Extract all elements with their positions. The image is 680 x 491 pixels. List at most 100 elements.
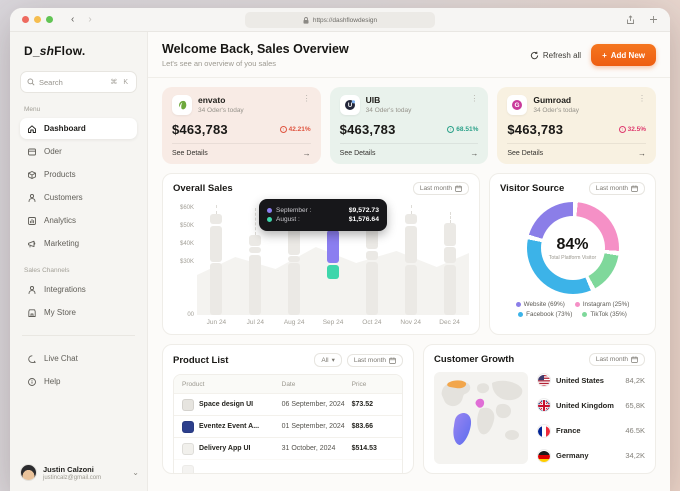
sidebar-item-customers[interactable]: Customers <box>20 187 137 208</box>
chart-column-nov-24[interactable] <box>391 203 430 315</box>
sidebar-item-live-chat[interactable]: Live Chat <box>20 348 137 369</box>
kebab-menu-icon[interactable]: ⋮ <box>303 95 311 103</box>
product-filter-dropdown[interactable]: All ▾ <box>314 353 342 367</box>
back-icon[interactable]: ‹ <box>71 14 74 25</box>
stat-card-uib[interactable]: U UIB 34 Oder's today ⋮ $463,783 ↑ 68.51% See D… <box>329 87 489 164</box>
overall-sales-period-button[interactable]: Last month <box>412 182 469 195</box>
legend-dot <box>518 312 524 317</box>
legend-item: Instagram (25%) <box>574 301 629 308</box>
legend-dot <box>574 302 580 307</box>
growth-period-button[interactable]: Last month <box>588 353 645 366</box>
table-row[interactable]: Space design UI 06 September, 2024 $73.52 <box>174 393 402 415</box>
sidebar-footer-list: Live Chat Help <box>20 348 137 392</box>
add-new-button[interactable]: + Add New <box>591 44 656 66</box>
see-details-link[interactable]: See Details → <box>507 143 647 158</box>
visitor-legend: Website (69%) Instagram (25%) Facebook (73… <box>500 301 645 318</box>
page-subtitle: Let's see an overview of you sales <box>162 59 276 68</box>
bar-segment <box>365 261 378 315</box>
sidebar-item-help[interactable]: Help <box>20 371 137 392</box>
column-header-date: Date <box>281 380 296 388</box>
product-thumbnail <box>182 442 194 455</box>
country-row-de[interactable]: Germany 34,2K <box>538 450 645 462</box>
product-period-button[interactable]: Last month <box>346 353 403 367</box>
chart-column-jun-24[interactable] <box>197 203 236 315</box>
bar-segment <box>249 235 262 246</box>
see-details-link[interactable]: See Details → <box>339 143 479 158</box>
country-row-uk[interactable]: United Kingdom 65,8K <box>538 399 645 412</box>
customer-growth-title: Customer Growth <box>434 354 515 365</box>
forward-icon[interactable]: › <box>88 14 91 25</box>
sidebar-item-label: Dashboard <box>44 124 86 133</box>
sidebar-item-label: Integrations <box>44 285 86 294</box>
sidebar-item-my-store[interactable]: My Store <box>20 302 137 323</box>
us-flag-icon <box>538 374 550 386</box>
bar-segment <box>443 265 456 315</box>
sidebar-item-label: Products <box>44 170 76 179</box>
tooltip-series-dot <box>267 208 272 213</box>
bar-segment <box>326 229 339 263</box>
stat-card-logo: U <box>339 95 360 115</box>
traffic-lights[interactable] <box>22 16 53 23</box>
sidebar-item-label: Oder <box>44 147 62 156</box>
legend-item: Website (69%) <box>515 301 565 308</box>
new-tab-icon[interactable] <box>649 15 658 24</box>
refresh-all-button[interactable]: Refresh all <box>530 51 581 60</box>
uk-flag-icon <box>538 399 550 412</box>
country-row-us[interactable]: United States 84,2K <box>538 374 645 386</box>
bar-segment <box>404 213 417 225</box>
stat-card-texts: envato 34 Oder's today <box>198 95 244 114</box>
legend-dot <box>582 312 588 317</box>
calendar-icon <box>631 356 638 363</box>
menu-section-label: Menu <box>24 106 41 113</box>
sidebar-item-analytics[interactable]: Analytics <box>20 210 137 231</box>
chat-icon <box>28 354 36 363</box>
product-table: Product Date Price Space design UI 06 Septem… <box>173 374 403 473</box>
url-text: https://dashflowdesign <box>312 16 378 24</box>
store-icon <box>28 308 36 317</box>
stat-card-gumroad[interactable]: G Gumroad 34 Oder's today ⋮ $463,783 ↑ 32.5% Se… <box>497 87 657 164</box>
minimize-window-icon[interactable] <box>34 16 41 23</box>
visitor-source-period-button[interactable]: Last month <box>588 182 645 195</box>
stat-card-value-row: $463,783 ↑ 42.21% <box>172 122 311 137</box>
gumroad-logo-icon: G <box>512 100 523 110</box>
kebab-menu-icon[interactable]: ⋮ <box>470 95 478 103</box>
stat-card-value: $463,783 <box>172 122 228 137</box>
y-axis-label: $40K <box>179 240 194 247</box>
table-row[interactable]: Delivery App UI 31 October, 2024 $514.53 <box>174 437 402 459</box>
kebab-menu-icon[interactable]: ⋮ <box>638 95 646 103</box>
stat-card-delta-value: 42.21% <box>288 126 311 133</box>
search-input[interactable]: Search ⌘ K <box>20 71 137 93</box>
search-shortcut: ⌘ K <box>110 79 130 86</box>
chart-column-dec-24[interactable] <box>430 203 469 315</box>
sidebar-item-products[interactable]: Products <box>20 164 137 185</box>
url-bar[interactable]: https://dashflowdesign <box>245 12 435 28</box>
product-list-title: Product List <box>173 354 229 366</box>
stat-card-delta: ↑ 32.5% <box>618 126 646 133</box>
search-placeholder: Search <box>39 77 63 87</box>
visitor-source-title: Visitor Source <box>500 183 565 194</box>
x-axis-label: Oct 24 <box>362 319 382 326</box>
stat-card-logo <box>172 95 192 115</box>
stat-card-envato[interactable]: envato 34 Oder's today ⋮ $463,783 ↑ 42.21% See… <box>162 87 321 164</box>
chevron-down-icon[interactable]: ⌄ <box>132 468 139 477</box>
country-row-fr[interactable]: France 46.5K <box>538 425 645 437</box>
country-value: 34,2K <box>625 451 645 461</box>
sidebar-item-dashboard[interactable]: Dashboard <box>20 118 137 139</box>
share-icon[interactable] <box>626 14 635 25</box>
customers-icon <box>28 193 36 202</box>
sidebar-item-marketing[interactable]: Marketing <box>20 233 137 254</box>
table-row[interactable]: Eventez Event A... 01 September, 2024 $83.… <box>174 415 402 437</box>
arrow-right-icon: → <box>638 149 647 158</box>
legend-label: TikTok (35%) <box>590 311 627 318</box>
see-details-link[interactable]: See Details → <box>172 143 311 158</box>
sidebar-item-integrations[interactable]: Integrations <box>20 279 137 300</box>
close-window-icon[interactable] <box>22 16 29 23</box>
tooltip-value: $9,572.73 <box>348 207 379 214</box>
maximize-window-icon[interactable] <box>46 16 53 23</box>
visitor-donut-chart: 84% Total Platform Visitor <box>526 202 619 294</box>
sidebar-item-oder[interactable]: Oder <box>20 141 137 162</box>
stat-card-subtitle: 34 Oder's today <box>365 107 412 114</box>
user-profile[interactable]: Justin Calzoni justincalz@gmail.com ⌄ <box>20 464 139 481</box>
product-cell: Eventez Event A... <box>182 420 282 433</box>
date-cell: 31 October, 2024 <box>281 445 336 452</box>
